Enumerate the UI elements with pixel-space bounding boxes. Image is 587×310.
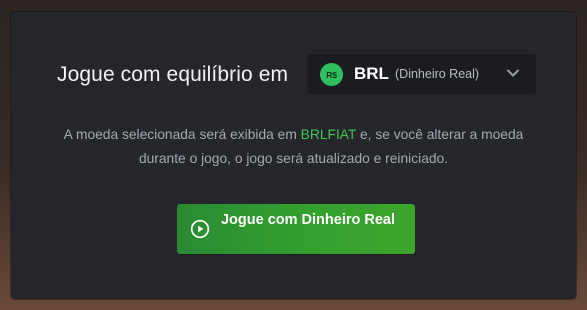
heading-row: Jogue com equilíbrio em R$ BRL (Dinheiro…	[11, 54, 576, 94]
dialog-heading: Jogue com equilíbrio em	[57, 63, 289, 86]
currency-highlight: BRLFIAT	[300, 127, 357, 142]
currency-dialog: Jogue com equilíbrio em R$ BRL (Dinheiro…	[11, 12, 576, 299]
info-text-part1: A moeda selecionada será exibida em	[63, 127, 301, 142]
play-circle-icon	[190, 219, 210, 239]
play-button-label: Jogue com Dinheiro Real	[220, 212, 396, 228]
currency-select[interactable]: R$ BRL (Dinheiro Real)	[307, 54, 536, 94]
info-text: A moeda selecionada será exibida em BRLF…	[41, 123, 546, 171]
currency-name: (Dinheiro Real)	[395, 67, 480, 81]
currency-code: BRL	[354, 64, 389, 83]
play-real-money-button[interactable]: Jogue com Dinheiro Real	[177, 204, 415, 254]
brl-coin-icon: R$	[320, 63, 343, 86]
chevron-down-icon[interactable]	[506, 66, 520, 80]
